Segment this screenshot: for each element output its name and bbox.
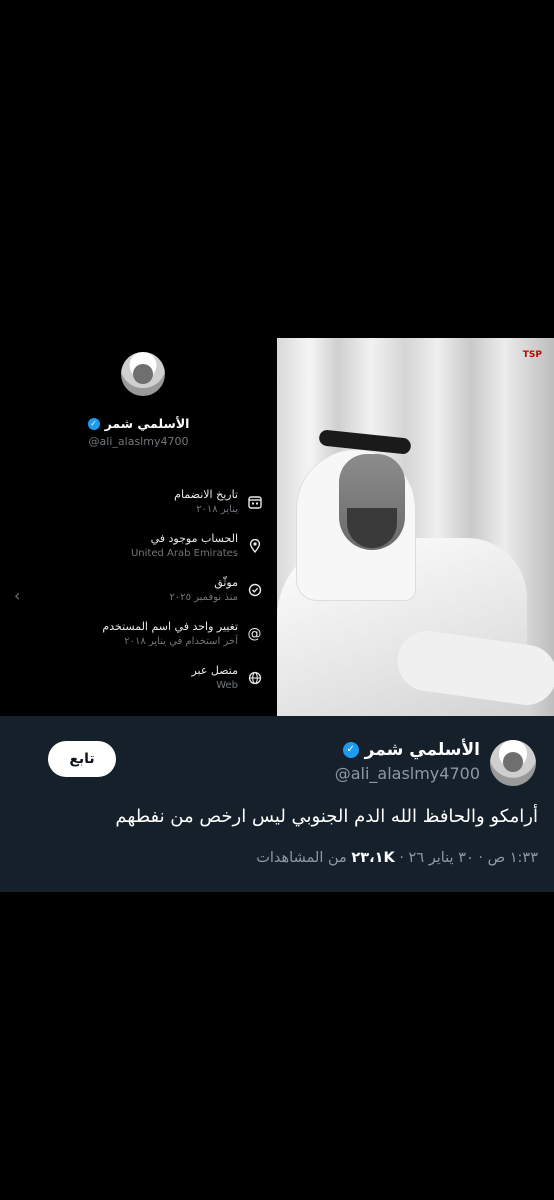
verified-row: موثّق منذ نوفمبر ٢٠٢٥ (118, 576, 268, 610)
views-label: من المشاهدات (256, 850, 347, 866)
tweet-card[interactable]: الأسلمي شمر ✓ @ali_alaslmy4700 تابع أرام… (0, 716, 554, 892)
watermark-logo: TSP (522, 350, 542, 360)
joined-date-row: تاريخ الانضمام يناير ٢٠١٨ (118, 488, 268, 522)
username-change-row: @ تغيير واحد في اسم المستخدم آخر استخدام… (102, 620, 268, 654)
verified-check-icon (247, 582, 262, 597)
row-sub: آخر استخدام في يناير ٢٠١٨ (124, 636, 238, 647)
row-sub: يناير ٢٠١٨ (196, 504, 238, 515)
about-account-panel: الأسلمي شمر ✓ @ali_alaslmy4700 تاريخ الا… (0, 338, 277, 716)
calendar-icon (247, 494, 262, 509)
row-sub: منذ نوفمبر ٢٠٢٥ (169, 592, 238, 603)
row-title: الحساب موجود في (150, 532, 238, 545)
tweet-text: أرامكو والحافظ الله الدم الجنوبي ليس ارخ… (115, 806, 538, 827)
tweet-meta: ١:٣٣ ص · ٣٠ يناير ٢٦ · ٢٣،١K من المشاهدا… (256, 850, 538, 866)
profile-name-row: الأسلمي شمر ✓ (0, 416, 277, 431)
profile-handle: @ali_alaslmy4700 (88, 435, 189, 448)
row-title: متصل عبر (191, 664, 238, 677)
row-sub: United Arab Emirates (130, 548, 238, 559)
tweet-avatar[interactable] (490, 740, 536, 786)
tweet-name-row: الأسلمي شمر ✓ (342, 740, 480, 760)
chevron-left-icon[interactable]: ‹ (14, 586, 20, 605)
verified-badge-icon: ✓ (342, 742, 359, 758)
profile-photo: TSP (277, 338, 554, 716)
follow-button[interactable]: تابع (48, 741, 116, 777)
account-location-row: الحساب موجود في United Arab Emirates (118, 532, 268, 566)
row-title: تغيير واحد في اسم المستخدم (102, 620, 238, 633)
row-title: تاريخ الانضمام (174, 488, 238, 501)
views-count: ٢٣،١K (351, 850, 395, 866)
profile-avatar[interactable] (121, 352, 165, 396)
verified-badge-icon: ✓ (87, 417, 100, 430)
tweet-timestamp[interactable]: ١:٣٣ ص · ٣٠ يناير ٢٦ · (399, 850, 538, 866)
location-pin-icon (247, 538, 262, 553)
tweet-author-handle[interactable]: @ali_alaslmy4700 (335, 764, 480, 783)
globe-icon (247, 670, 262, 685)
connected-via-row: متصل عبر Web (118, 664, 268, 698)
row-sub: Web (216, 680, 238, 691)
row-title: موثّق (214, 576, 238, 589)
profile-name: الأسلمي شمر (104, 416, 190, 431)
at-sign-icon: @ (247, 625, 262, 642)
tweet-author-name[interactable]: الأسلمي شمر (365, 740, 480, 760)
